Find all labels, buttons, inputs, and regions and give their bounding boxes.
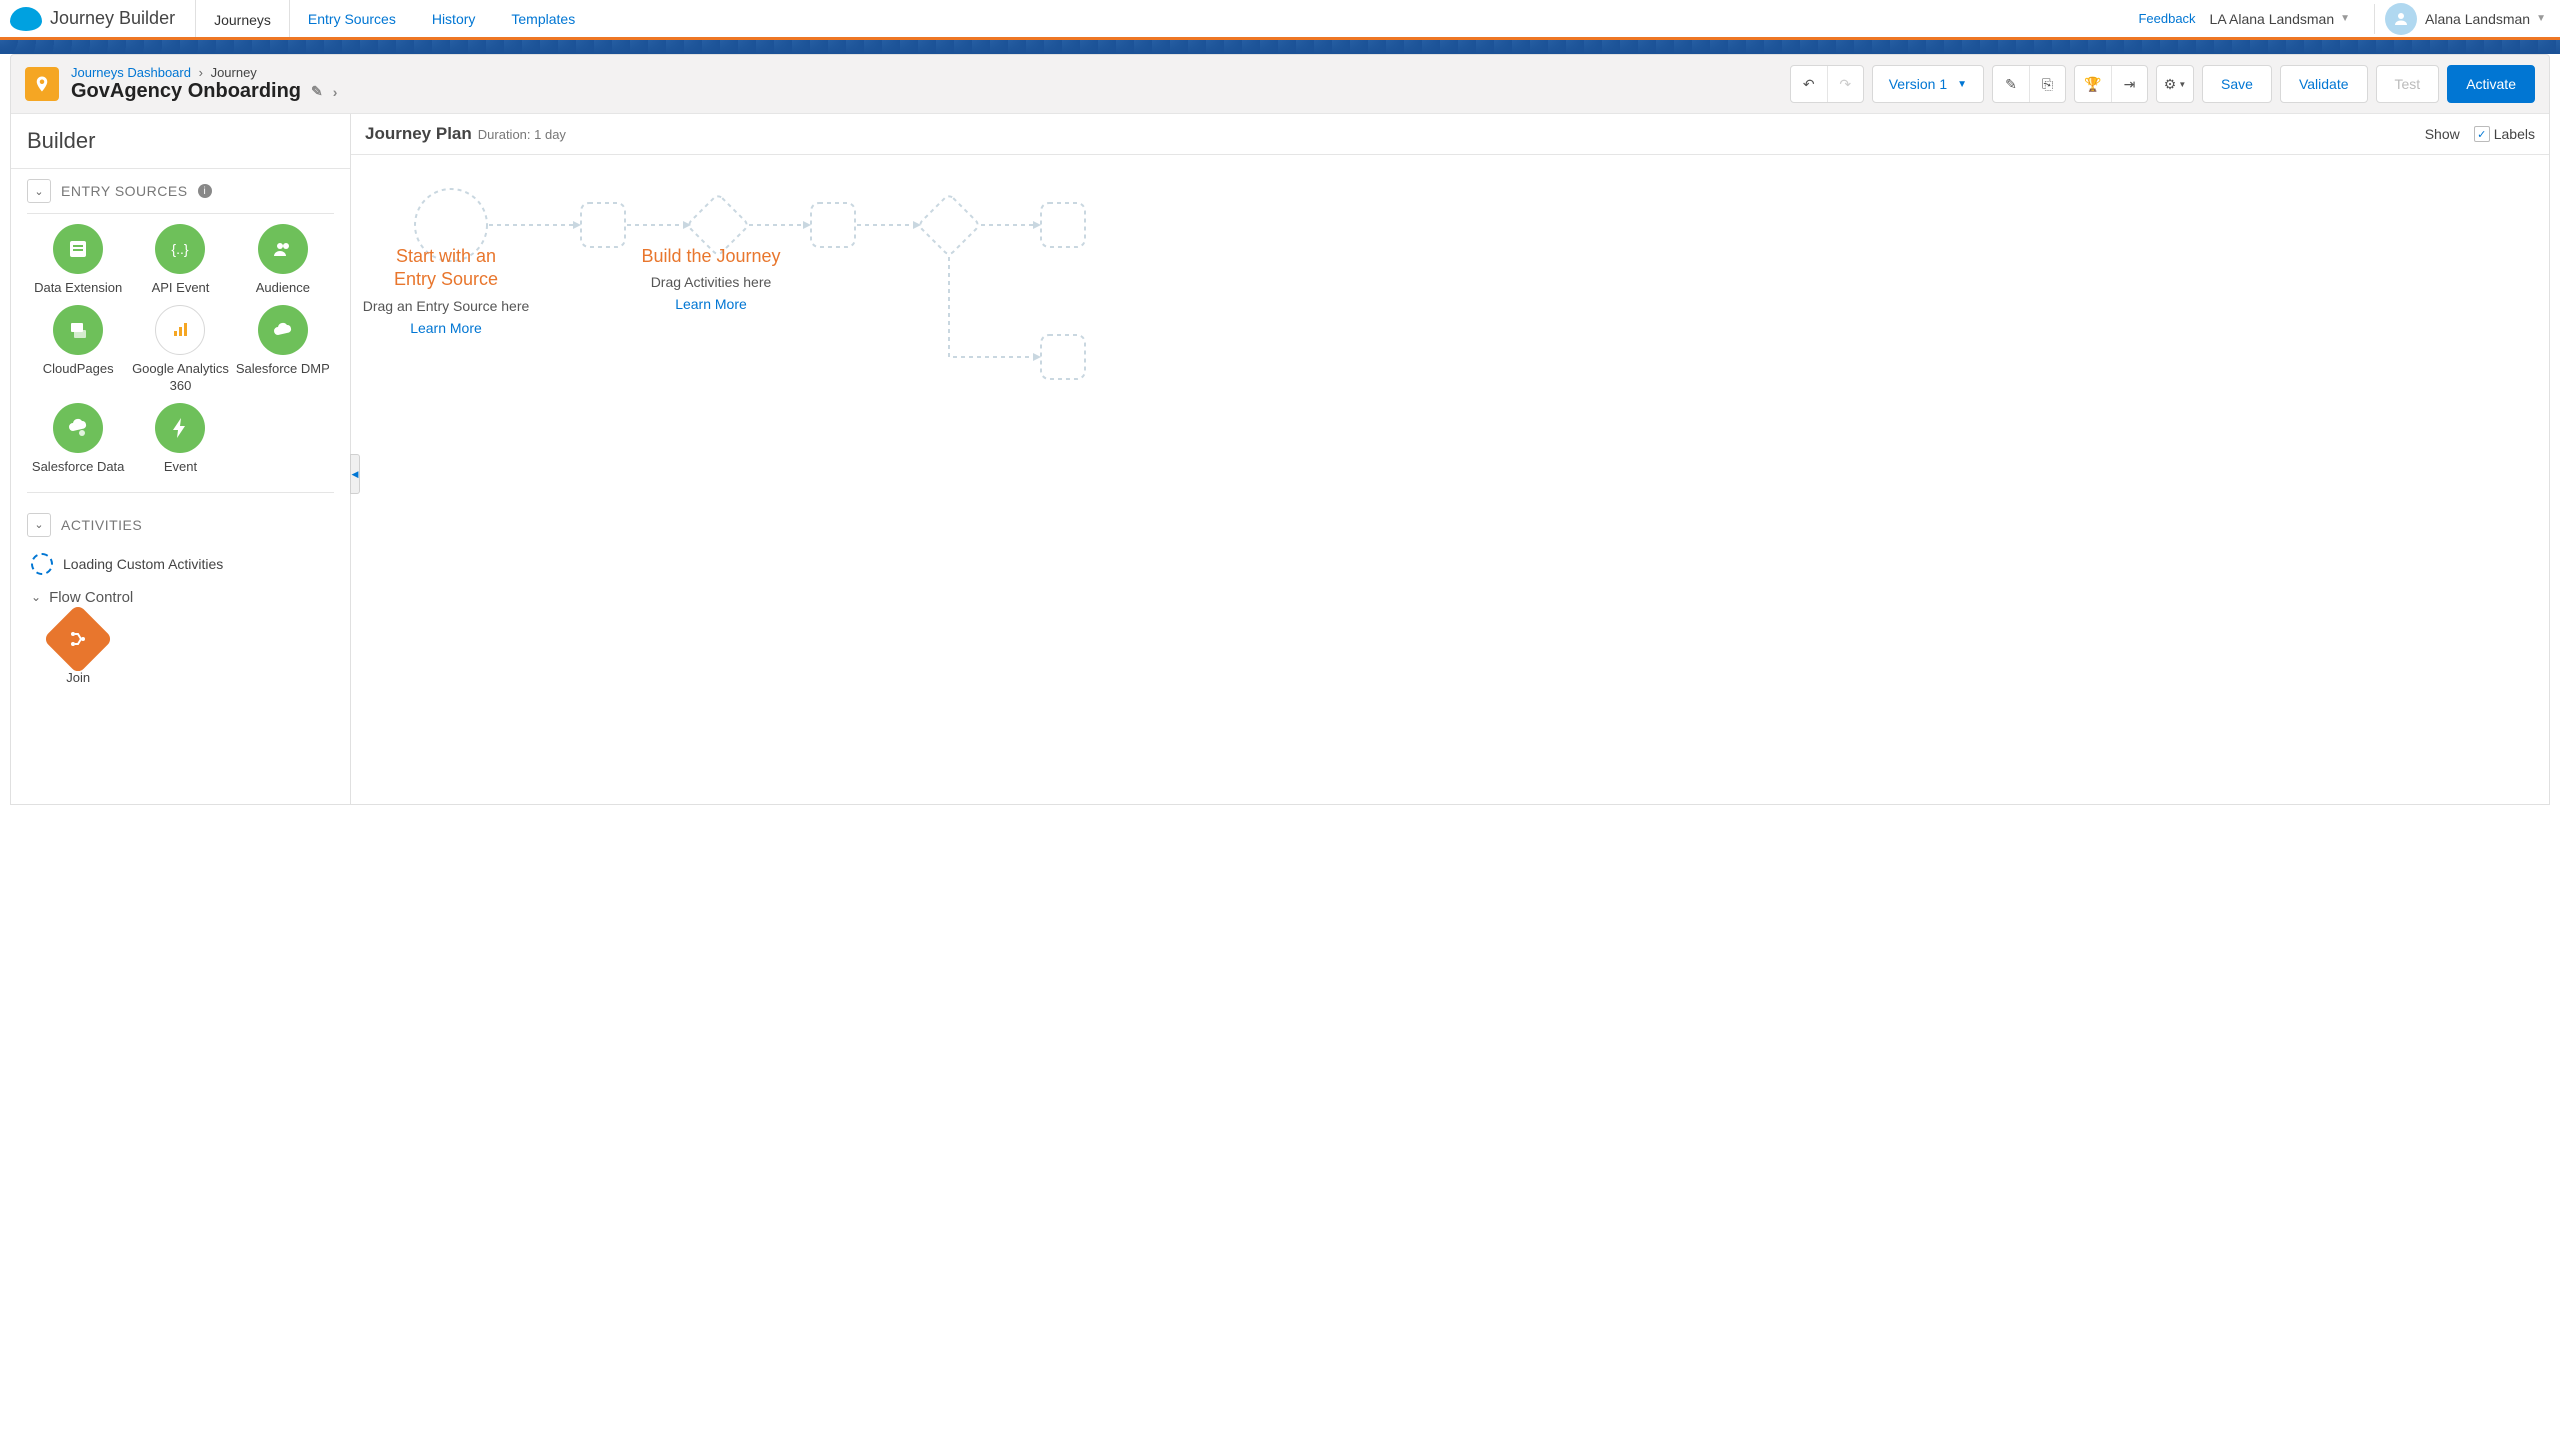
trophy-icon[interactable]: 🏆 [2075,66,2111,102]
collapse-sidebar-handle[interactable]: ◀ [350,454,360,494]
chevron-down-icon: ▼ [2536,13,2546,24]
validate-button[interactable]: Validate [2280,65,2368,103]
goal-exit-group: 🏆 ⇥ [2074,65,2148,103]
exit-icon[interactable]: ⇥ [2111,66,2147,102]
builder-sidebar: Builder ⌄ ENTRY SOURCES i Data Extension… [11,114,351,804]
version-dropdown[interactable]: Version 1 ▼ [1872,65,1984,103]
activity-join[interactable]: Join [27,614,129,687]
tab-journeys[interactable]: Journeys [195,0,290,37]
show-label: Show [2425,126,2460,142]
top-nav: Journey Builder Journeys Entry Sources H… [0,0,2560,40]
chevron-down-icon: ▼ [1957,79,1967,90]
tab-history[interactable]: History [414,0,494,39]
breadcrumb-root[interactable]: Journeys Dashboard [71,65,191,80]
redo-button[interactable]: ↷ [1827,66,1863,102]
copy-icon[interactable]: ⎘ [2029,66,2065,102]
canvas-duration: Duration: 1 day [478,127,566,142]
sidebar-title: Builder [11,114,350,169]
list-icon [53,224,103,274]
undo-redo-group: ↶ ↷ [1790,65,1864,103]
canvas-title: Journey Plan [365,124,472,144]
learn-more-entry-link[interactable]: Learn More [351,320,541,336]
section-flow-control[interactable]: ⌄ Flow Control [11,581,350,614]
section-activities[interactable]: ⌄ ACTIVITIES [11,503,350,547]
chevron-right-icon[interactable]: › [333,84,338,100]
entry-source-salesforce-dmp[interactable]: Salesforce DMP [232,305,334,395]
gear-icon[interactable]: ⚙▼ [2157,66,2193,102]
cloud-icon [258,305,308,355]
section-entry-sources[interactable]: ⌄ ENTRY SOURCES i [11,169,350,213]
braces-icon: {..} [155,224,205,274]
svg-text:{..}: {..} [172,241,189,257]
info-icon[interactable]: i [198,184,212,198]
breadcrumb-current: Journey [211,65,257,80]
join-icon [43,603,114,674]
labels-checkbox-label: Labels [2494,126,2535,142]
pages-icon [53,305,103,355]
hint-build-journey: Build the Journey Drag Activities here L… [611,245,811,312]
salesforce-cloud-icon [10,7,42,31]
entry-source-cloudpages[interactable]: CloudPages [27,305,129,395]
loading-custom-activities: Loading Custom Activities [11,547,350,581]
journey-canvas[interactable]: ◀ Journey Plan Duration: 1 day Show ✓ La… [351,114,2549,804]
entry-source-google-analytics[interactable]: Google Analytics 360 [129,305,231,395]
edit-tools-group: ✎ ⎘ [1992,65,2066,103]
user-avatar-icon[interactable] [2385,3,2417,35]
entry-source-salesforce-data[interactable]: Salesforce Data [27,403,129,476]
bolt-icon [155,403,205,453]
journey-title: GovAgency Onboarding [71,80,301,103]
labels-checkbox[interactable]: ✓ [2474,126,2490,142]
journey-toolbar: Journeys Dashboard › Journey GovAgency O… [11,55,2549,114]
settings-group: ⚙▼ [2156,65,2194,103]
entry-source-api-event[interactable]: {..} API Event [129,224,231,297]
undo-button[interactable]: ↶ [1791,66,1827,102]
ga-icon [155,305,205,355]
entry-source-audience[interactable]: Audience [232,224,334,297]
entry-source-event[interactable]: Event [129,403,231,476]
pencil-icon[interactable]: ✎ [1993,66,2029,102]
feedback-link[interactable]: Feedback [2138,11,2195,26]
tab-entry-sources[interactable]: Entry Sources [290,0,414,39]
chevron-down-icon: ⌄ [31,590,41,604]
people-icon [258,224,308,274]
org-switcher[interactable]: LA Alana Landsman [2210,11,2335,27]
spinner-icon [31,553,53,575]
save-button[interactable]: Save [2202,65,2272,103]
entry-source-data-extension[interactable]: Data Extension [27,224,129,297]
chevron-down-icon: ⌄ [27,179,51,203]
hint-entry-source: Start with anEntry Source Drag an Entry … [351,245,541,336]
chevron-down-icon: ▼ [2340,13,2350,24]
edit-title-icon[interactable]: ✎ [311,83,323,100]
journey-icon [25,67,59,101]
activate-button[interactable]: Activate [2447,65,2535,103]
user-menu[interactable]: Alana Landsman [2425,11,2530,27]
canvas-header: Journey Plan Duration: 1 day Show ✓ Labe… [351,114,2549,155]
cloud-pin-icon [53,403,103,453]
breadcrumb: Journeys Dashboard › Journey [71,65,337,80]
pattern-bar [0,40,2560,54]
chevron-down-icon: ⌄ [27,513,51,537]
learn-more-build-link[interactable]: Learn More [611,296,811,312]
test-button[interactable]: Test [2376,65,2440,103]
app-brand: Journey Builder [50,8,195,29]
tab-templates[interactable]: Templates [493,0,593,39]
